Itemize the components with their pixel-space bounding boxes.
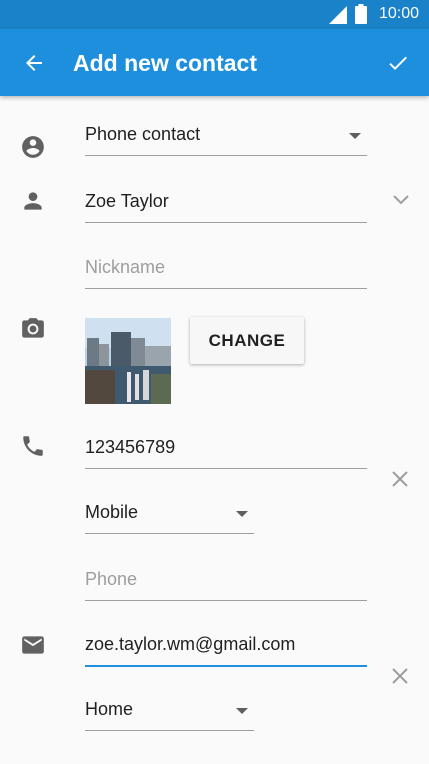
name-field[interactable]: Zoe Taylor bbox=[85, 180, 367, 223]
close-icon[interactable] bbox=[391, 667, 409, 685]
dropdown-arrow-icon bbox=[236, 708, 248, 714]
app-bar: Add new contact bbox=[0, 29, 429, 96]
dropdown-arrow-icon bbox=[236, 511, 248, 517]
camera-icon bbox=[22, 318, 44, 338]
status-bar: 10:00 bbox=[0, 0, 429, 29]
person-icon bbox=[24, 192, 42, 210]
arrow-back-icon[interactable] bbox=[22, 51, 46, 75]
close-icon[interactable] bbox=[391, 470, 409, 488]
status-time: 10:00 bbox=[378, 5, 419, 22]
email-type-dropdown[interactable]: Home bbox=[85, 689, 254, 731]
nickname-placeholder: Nickname bbox=[85, 257, 166, 277]
battery-icon bbox=[355, 4, 367, 24]
email-field[interactable]: zoe.taylor.wm@gmail.com bbox=[85, 624, 367, 667]
chevron-down-icon[interactable] bbox=[391, 192, 411, 206]
phone-icon bbox=[23, 436, 43, 456]
account-circle-icon bbox=[22, 136, 44, 158]
photo-image bbox=[85, 318, 171, 404]
name-value: Zoe Taylor bbox=[85, 191, 169, 211]
account-type-dropdown[interactable]: Phone contact bbox=[85, 120, 367, 156]
check-icon[interactable] bbox=[386, 51, 410, 75]
new-phone-field[interactable]: Phone bbox=[85, 558, 367, 601]
phone-number-field[interactable]: 123456789 bbox=[85, 427, 367, 469]
change-photo-button[interactable]: CHANGE bbox=[190, 317, 304, 364]
account-type-value: Phone contact bbox=[85, 124, 201, 144]
page-title: Add new contact bbox=[73, 50, 258, 76]
phone-type-value: Mobile bbox=[85, 502, 139, 522]
email-value: zoe.taylor.wm@gmail.com bbox=[85, 634, 296, 654]
phone-number-value: 123456789 bbox=[85, 437, 176, 457]
nickname-field[interactable]: Nickname bbox=[85, 246, 367, 289]
email-type-value: Home bbox=[85, 699, 134, 719]
dropdown-arrow-icon bbox=[349, 133, 361, 139]
contact-photo[interactable] bbox=[85, 318, 171, 404]
email-icon bbox=[22, 636, 44, 654]
signal-icon bbox=[329, 6, 347, 24]
phone-placeholder: Phone bbox=[85, 569, 138, 589]
phone-type-dropdown[interactable]: Mobile bbox=[85, 492, 254, 534]
